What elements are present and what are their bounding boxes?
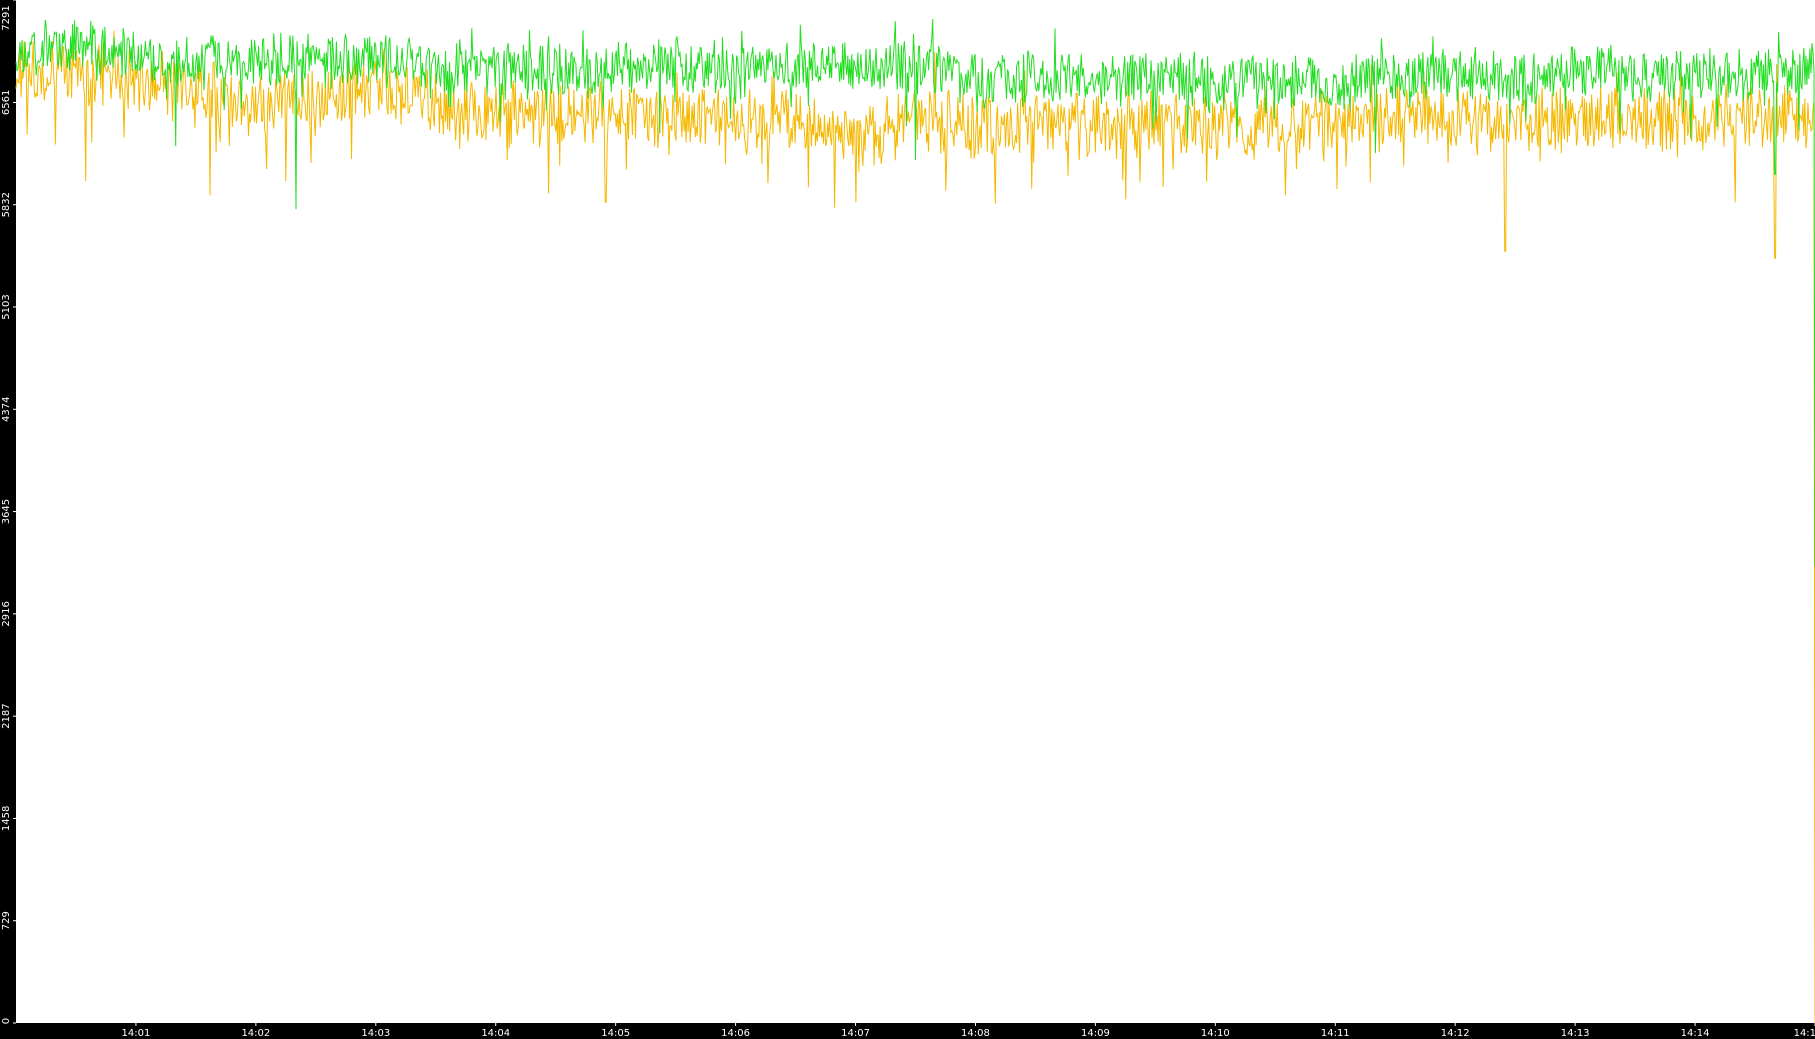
x-tick-label: 14:05 xyxy=(601,1028,630,1039)
x-axis: 14:01 14:02 14:03 14:04 14:05 14:06 14:07 14:08… xyxy=(122,1023,1815,1039)
x-tick-label: 14:14 xyxy=(1681,1028,1710,1039)
y-tick-label: 2916 xyxy=(1,601,12,626)
y-tick-label: 0 xyxy=(1,1018,12,1024)
y-axis: 0 729 1458 2187 2916 3645 4374 5103 5832 6561 7291 xyxy=(1,0,16,1024)
x-tick-label: 14:04 xyxy=(481,1028,510,1039)
y-tick-label: 4374 xyxy=(1,397,12,422)
x-tick-label: 14:10 xyxy=(1201,1028,1230,1039)
y-tick-label: 729 xyxy=(1,911,12,930)
x-tick-label: 14:02 xyxy=(241,1028,270,1039)
y-tick-label: 1458 xyxy=(1,806,12,831)
y-tick-label: 5103 xyxy=(1,294,12,319)
x-tick-label: 14:09 xyxy=(1081,1028,1110,1039)
y-tick-label: 5832 xyxy=(1,192,12,217)
x-tick-label: 14:12 xyxy=(1441,1028,1470,1039)
line-chart: 0 729 1458 2187 2916 3645 4374 5103 5832 6561 7291… xyxy=(1,0,1815,1039)
y-tick-label: 3645 xyxy=(1,499,12,524)
x-tick-label: 14:08 xyxy=(961,1028,990,1039)
y-tick-label: 2187 xyxy=(1,703,12,728)
x-tick-label: 14:06 xyxy=(721,1028,750,1039)
x-tick-label: 14:03 xyxy=(361,1028,390,1039)
x-tick-label: 14:13 xyxy=(1561,1028,1590,1039)
x-tick-label: 14:11 xyxy=(1321,1028,1350,1039)
y-tick-label: 7291 xyxy=(1,5,12,30)
y-tick-label: 6561 xyxy=(1,90,12,115)
x-tick-label: 14:15 xyxy=(1794,1028,1815,1039)
x-tick-label: 14:07 xyxy=(841,1028,870,1039)
x-tick-label: 14:01 xyxy=(122,1028,151,1039)
